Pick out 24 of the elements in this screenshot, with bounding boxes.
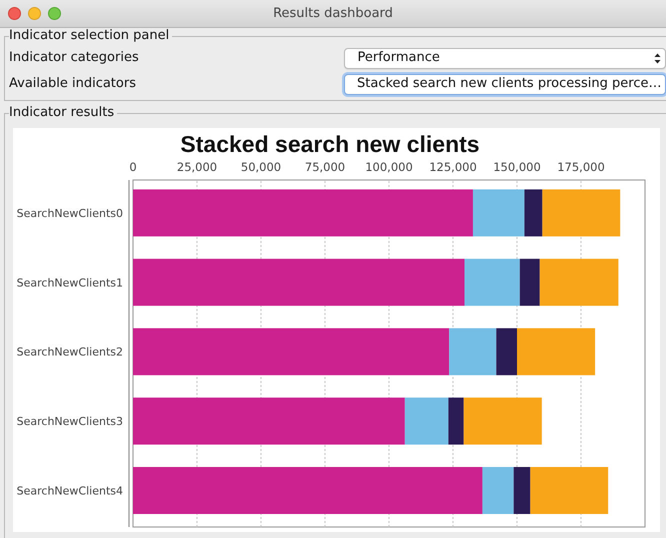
axis-tick-label: 100,000 — [365, 160, 413, 174]
category-label: SearchNewClients0 — [16, 206, 123, 220]
panel-title: Indicator selection panel — [9, 28, 172, 44]
category-label: SearchNewClients1 — [16, 276, 123, 290]
category-label: SearchNewClients3 — [16, 415, 123, 428]
dropdown[interactable]: Performance — [344, 48, 666, 68]
window-title: Results dashboard — [273, 6, 393, 21]
axis-tick-label: 175,000 — [557, 160, 605, 174]
field-label: Indicator categories — [9, 49, 140, 68]
category-label: SearchNewClients4 — [16, 484, 123, 498]
close-button[interactable] — [8, 7, 21, 20]
axis-tick-label: 125,000 — [429, 160, 477, 174]
axis-tick-label: 150,000 — [493, 160, 541, 174]
zoom-button[interactable] — [48, 7, 61, 20]
axis-tick-label: 75,000 — [304, 160, 346, 174]
chart-title: Stacked search new clients — [180, 131, 480, 157]
minimize-button[interactable] — [28, 7, 41, 20]
axis-tick-label: 25,000 — [176, 160, 218, 174]
stepper-icon — [654, 52, 661, 64]
axis-tick-label: 50,000 — [240, 160, 282, 174]
category-label: SearchNewClients2 — [16, 346, 123, 359]
field-label: Available indicators — [9, 75, 137, 94]
dropdown[interactable]: Stacked search new clients processing perce… — [344, 74, 666, 94]
axis-tick-label: 0 — [129, 160, 137, 174]
